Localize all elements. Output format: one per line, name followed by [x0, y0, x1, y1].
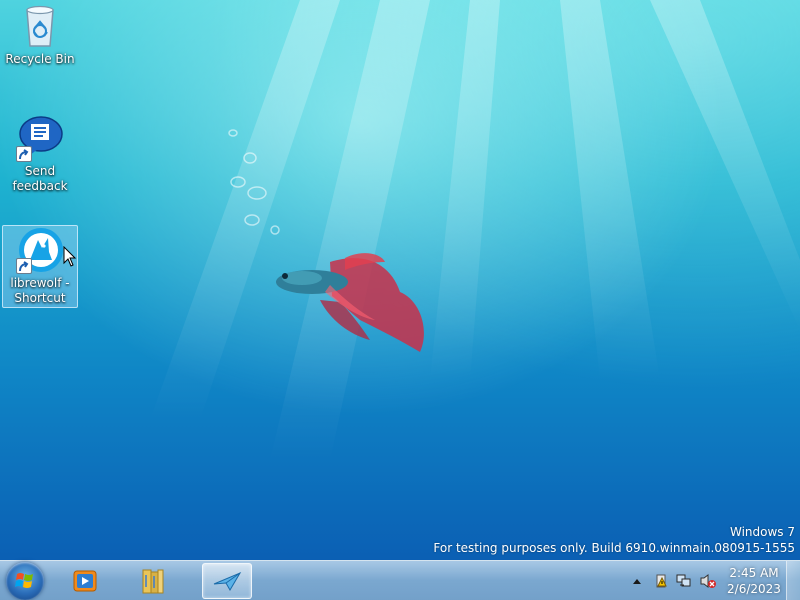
bubbles	[228, 129, 280, 235]
show-hidden-icons-button[interactable]	[629, 573, 645, 589]
taskbar: 2:45 AM 2/6/2023	[0, 560, 800, 600]
watermark-build-info: For testing purposes only. Build 6910.wi…	[433, 541, 795, 555]
volume-muted-icon	[700, 574, 716, 588]
taskbar-libraries-button[interactable]	[128, 563, 178, 599]
action-center-tray-button[interactable]	[653, 573, 669, 589]
wallpaper-light-rays	[150, 0, 800, 460]
action-center-warning-icon	[656, 574, 667, 588]
network-tray-button[interactable]	[676, 573, 692, 589]
desktop-icon-recycle-bin[interactable]: Recycle Bin	[2, 2, 78, 67]
send-feedback-icon	[16, 114, 64, 162]
show-hidden-icons-arrow-icon	[633, 579, 641, 584]
taskbar-media-player-button[interactable]	[60, 563, 110, 599]
desktop-icon-label: librewolf - Shortcut	[10, 276, 70, 305]
shortcut-arrow-icon	[16, 146, 32, 162]
libraries-folder-icon	[142, 569, 164, 594]
recycle-bin-icon	[16, 2, 64, 50]
watermark-os-name: Windows 7	[729, 525, 795, 539]
clock-date: 2/6/2023	[727, 582, 781, 596]
build-watermark: Windows 7 For testing purposes only. Bui…	[433, 524, 795, 556]
start-button[interactable]	[6, 562, 44, 600]
desktop-icon-label: Recycle Bin	[5, 52, 75, 66]
taskbar-feedback-tool-button[interactable]	[202, 563, 252, 599]
feedback-tool-icon	[213, 571, 242, 591]
desktop-icon-send-feedback[interactable]: Send feedback	[2, 114, 78, 194]
shortcut-arrow-icon	[16, 258, 32, 274]
librewolf-icon	[16, 226, 64, 274]
media-player-icon	[73, 570, 97, 592]
show-desktop-button[interactable]	[786, 561, 800, 600]
windows-start-orb-icon	[15, 573, 33, 588]
network-icon	[676, 574, 691, 587]
taskbar-clock[interactable]: 2:45 AM 2/6/2023	[722, 565, 786, 597]
betta-fish	[276, 253, 424, 352]
volume-tray-button[interactable]	[700, 573, 716, 589]
clock-time: 2:45 AM	[729, 566, 779, 580]
mouse-cursor-icon	[63, 246, 77, 267]
desktop-icon-label: Send feedback	[12, 164, 68, 193]
